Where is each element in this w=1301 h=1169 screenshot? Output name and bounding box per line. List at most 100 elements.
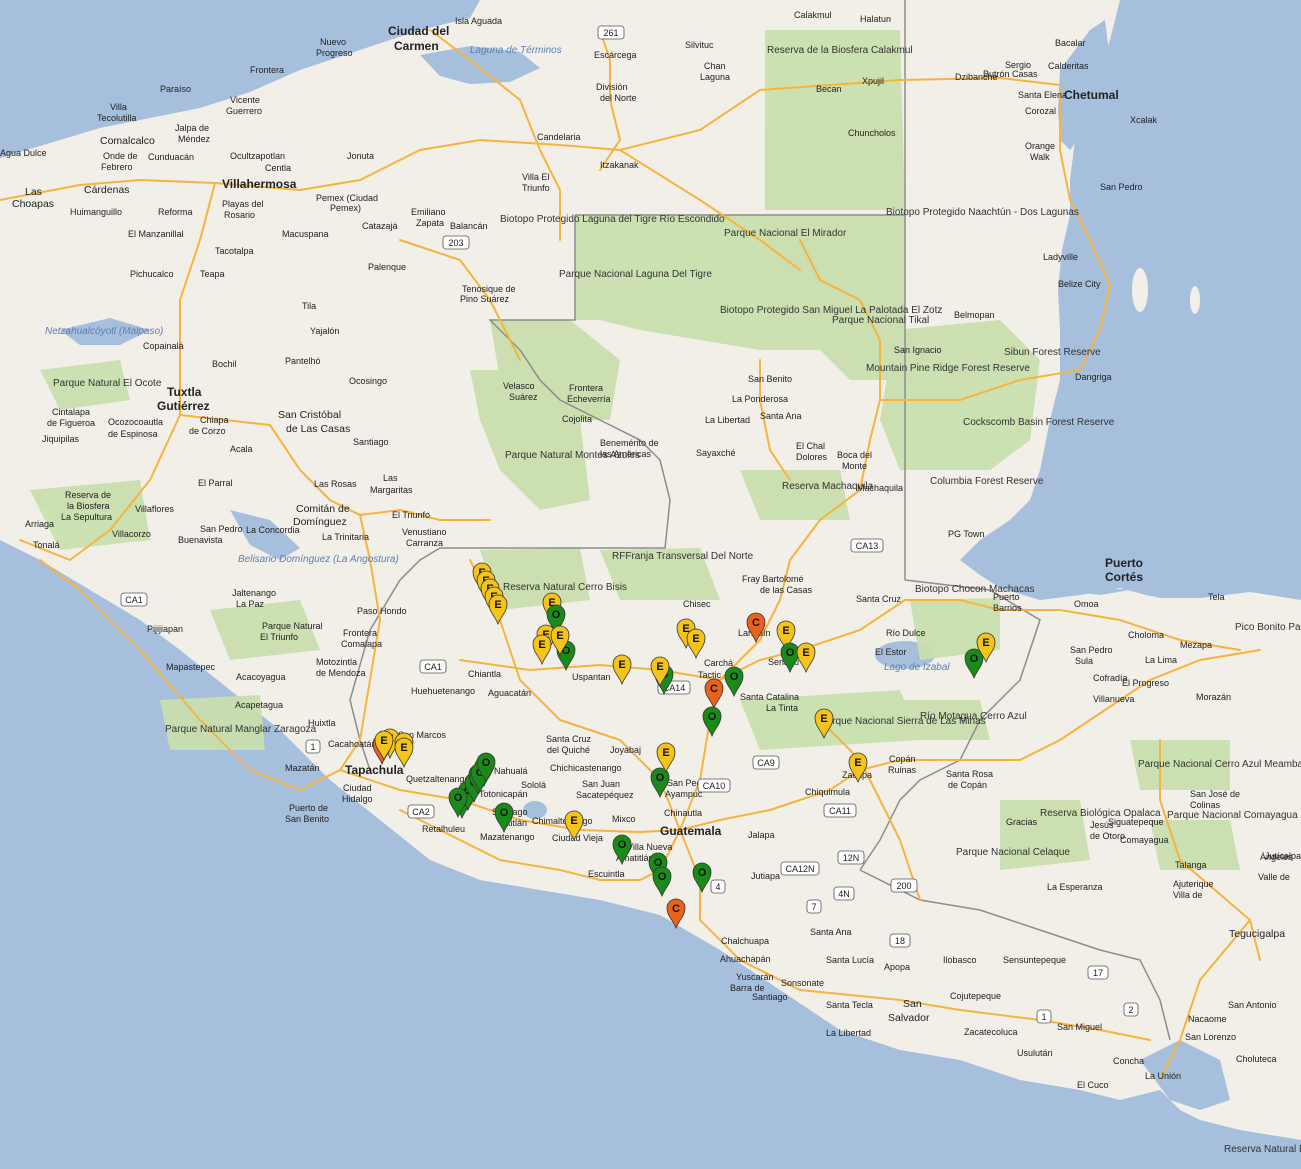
town-label: Las bbox=[25, 186, 42, 198]
map-marker-orange[interactable]: C bbox=[704, 678, 724, 710]
svg-text:12N: 12N bbox=[843, 853, 860, 863]
park-label: Sibun Forest Reserve bbox=[1004, 347, 1101, 358]
town-label: Ahuachapán bbox=[720, 954, 771, 964]
town-label: Omoa bbox=[1074, 599, 1099, 609]
map-marker-green[interactable]: O bbox=[652, 866, 672, 898]
markers-layer[interactable]: EEEEEEOEEOEEEOECEOEOCOEOEECEECOOOOOOEOEO… bbox=[372, 562, 996, 930]
town-label: Benemérito de bbox=[600, 438, 659, 448]
marker-label: E bbox=[782, 625, 789, 637]
town-label: Ladyville bbox=[1043, 252, 1078, 262]
town-label: Santa Catalina bbox=[740, 692, 799, 702]
town-label: Macuspana bbox=[282, 229, 329, 239]
town-label: Cunduacán bbox=[148, 152, 194, 162]
map-marker-yellow[interactable]: E bbox=[488, 594, 508, 626]
map-marker-green[interactable]: O bbox=[702, 706, 722, 738]
park-label: Parque Natural El Ocote bbox=[53, 378, 162, 389]
town-label: Ayampuc bbox=[665, 789, 703, 799]
map-viewport[interactable]: Ciudad del Carmen Villahermosa Tuxtla Gu… bbox=[0, 0, 1301, 1169]
town-label: Ilobasco bbox=[943, 955, 977, 965]
town-label: Ocosingo bbox=[349, 376, 387, 386]
town-label: Carranza bbox=[406, 538, 443, 548]
city-label: de Las Casas bbox=[286, 423, 350, 435]
town-label: Xcalak bbox=[1130, 115, 1158, 125]
town-label: El Triunfo bbox=[260, 632, 298, 642]
town-label: Chiquimula bbox=[805, 787, 850, 797]
town-label: Talanga bbox=[1175, 860, 1207, 870]
city-label: Ciudad del bbox=[388, 24, 449, 38]
water-label: Lago de Izabal bbox=[884, 662, 950, 673]
town-label: La Lima bbox=[1145, 655, 1177, 665]
road-shield: 18 bbox=[889, 933, 911, 948]
town-label: Villa bbox=[110, 102, 127, 112]
marker-label: O bbox=[698, 867, 707, 879]
town-label: Pino Suárez bbox=[460, 294, 510, 304]
town-label: Tactic bbox=[698, 670, 722, 680]
town-label: Vicente bbox=[230, 95, 260, 105]
town-label: Comalcalco bbox=[100, 135, 155, 147]
town-label: Itzakanak bbox=[600, 160, 639, 170]
town-label: La Libertad bbox=[826, 1028, 871, 1038]
town-label: Ruinas bbox=[888, 765, 917, 775]
town-label: San Ignacio bbox=[894, 345, 942, 355]
marker-label: E bbox=[982, 637, 989, 649]
town-label: Paraíso bbox=[160, 84, 191, 94]
town-label: San Antonio bbox=[1228, 1000, 1277, 1010]
town-label: Margaritas bbox=[370, 485, 413, 495]
svg-text:CA13: CA13 bbox=[856, 541, 879, 551]
belize-island-2 bbox=[1190, 286, 1200, 314]
map-canvas[interactable]: Ciudad del Carmen Villahermosa Tuxtla Gu… bbox=[0, 0, 1301, 1169]
map-marker-yellow[interactable]: E bbox=[796, 642, 816, 674]
park-label: Río Motagua Cerro Azul bbox=[920, 711, 1027, 722]
town-label: Tecolutilla bbox=[97, 113, 137, 123]
map-marker-green[interactable]: O bbox=[692, 862, 712, 894]
marker-label: O bbox=[500, 807, 509, 819]
town-label: Jaltenango bbox=[232, 588, 276, 598]
town-label: Tila bbox=[302, 301, 316, 311]
city-label: Tapachula bbox=[345, 763, 404, 777]
park-label: Parque Natural Manglar Zaragoza bbox=[165, 724, 317, 735]
road-shield: 1 bbox=[1036, 1009, 1052, 1024]
map-marker-green[interactable]: O bbox=[964, 648, 984, 680]
town-label: Dangriga bbox=[1075, 372, 1112, 382]
map-marker-green[interactable]: O bbox=[780, 642, 800, 674]
town-label: El Chal bbox=[796, 441, 825, 451]
town-label: La Trinitaria bbox=[322, 532, 369, 542]
town-label: Halatun bbox=[860, 14, 891, 24]
town-label: Jiquipilas bbox=[42, 434, 80, 444]
town-label: El Parral bbox=[198, 478, 233, 488]
map-marker-yellow[interactable]: E bbox=[612, 654, 632, 686]
town-label: Zapata bbox=[416, 218, 444, 228]
town-label: Laguna bbox=[700, 72, 730, 82]
town-label: Frontera bbox=[250, 65, 284, 75]
road-shield: CA1 bbox=[419, 659, 447, 674]
town-label: Arriaga bbox=[25, 519, 54, 529]
road-shield: CA12N bbox=[780, 861, 820, 876]
marker-label: O bbox=[730, 671, 739, 683]
town-label: Pichucalco bbox=[130, 269, 174, 279]
town-label: Choluteca bbox=[1236, 1054, 1277, 1064]
town-label: Jonuta bbox=[347, 151, 374, 161]
town-label: Apopa bbox=[884, 962, 910, 972]
town-label: Las Rosas bbox=[314, 479, 357, 489]
marker-label: C bbox=[672, 903, 680, 915]
town-label: Zacatecoluca bbox=[964, 1027, 1018, 1037]
svg-text:261: 261 bbox=[603, 28, 618, 38]
town-label: Escárcega bbox=[594, 50, 637, 60]
town-label: Cintalapa bbox=[52, 407, 90, 417]
town-label: Río Dulce bbox=[886, 628, 926, 638]
map-marker-yellow[interactable]: E bbox=[532, 634, 552, 666]
town-label: Boca del bbox=[837, 450, 872, 460]
town-label: Copainalá bbox=[143, 341, 184, 351]
svg-text:CA10: CA10 bbox=[703, 781, 726, 791]
town-label: Cojolita bbox=[562, 414, 592, 424]
park-label: Columbia Forest Reserve bbox=[930, 476, 1044, 487]
town-label: Teapa bbox=[200, 269, 225, 279]
town-label: de Otoro bbox=[1090, 831, 1125, 841]
map-marker-yellow[interactable]: E bbox=[686, 628, 706, 660]
park-belize-west bbox=[880, 320, 1040, 470]
town-label: La Paz bbox=[236, 599, 265, 609]
town-label: San Pedro bbox=[1100, 182, 1143, 192]
town-label: Mazatenango bbox=[480, 832, 535, 842]
svg-text:200: 200 bbox=[896, 881, 911, 891]
marker-label: E bbox=[854, 757, 861, 769]
